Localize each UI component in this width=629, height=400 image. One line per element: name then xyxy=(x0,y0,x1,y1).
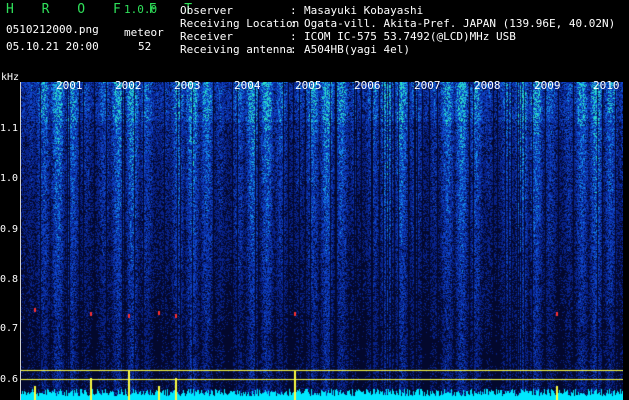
spectrogram-canvas xyxy=(20,82,623,400)
year-label-2009: 2009 xyxy=(534,79,561,92)
y-tick-1-0: 1.0 xyxy=(0,173,19,184)
y-tick-1-1: 1.1 xyxy=(0,123,19,134)
y-tick-0-7: 0.7 xyxy=(0,323,19,334)
y-tick-0-8: 0.8 xyxy=(0,274,19,285)
year-label-2008: 2008 xyxy=(474,79,501,92)
year-label-2004: 2004 xyxy=(234,79,261,92)
file-name: 0510212000.png xyxy=(6,23,99,36)
meta-colon: : xyxy=(290,4,297,17)
year-label-2001: 2001 xyxy=(56,79,83,92)
meteor-count: 52 xyxy=(138,40,152,53)
meta-label-observer: Observer xyxy=(180,4,233,17)
year-label-2002: 2002 xyxy=(115,79,142,92)
y-tick-0-6: 0.6 xyxy=(0,374,19,385)
meta-value-antenna: A504HB(yagi 4el) xyxy=(304,43,410,56)
meteor-label: meteor xyxy=(124,26,164,39)
app-version: 1.0.0 xyxy=(124,3,158,16)
meta-value-receiver: ICOM IC-575 53.7492(@LCD)MHz USB xyxy=(304,30,516,43)
year-label-2006: 2006 xyxy=(354,79,381,92)
capture-datetime: 05.10.21 20:00 xyxy=(6,40,99,53)
meta-colon: : xyxy=(290,30,297,43)
app-title: H R O F F T xyxy=(6,2,203,17)
meta-value-observer: Masayuki Kobayashi xyxy=(304,4,424,17)
meta-label-location: Receiving Location xyxy=(180,17,300,30)
meta-label-receiver: Receiver xyxy=(180,30,233,43)
year-label-2007: 2007 xyxy=(414,79,441,92)
year-label-2010: 2010 xyxy=(593,79,620,92)
meta-colon: : xyxy=(290,43,297,56)
y-axis-unit: kHz xyxy=(1,72,20,83)
meta-value-location: Ogata-vill. Akita-Pref. JAPAN (139.96E, … xyxy=(304,17,616,30)
y-tick-0-9: 0.9 xyxy=(0,224,19,235)
year-label-2005: 2005 xyxy=(295,79,322,92)
y-axis-line xyxy=(20,82,21,400)
meta-colon: : xyxy=(290,17,297,30)
meta-label-antenna: Receiving antenna xyxy=(180,43,293,56)
year-label-2003: 2003 xyxy=(174,79,201,92)
